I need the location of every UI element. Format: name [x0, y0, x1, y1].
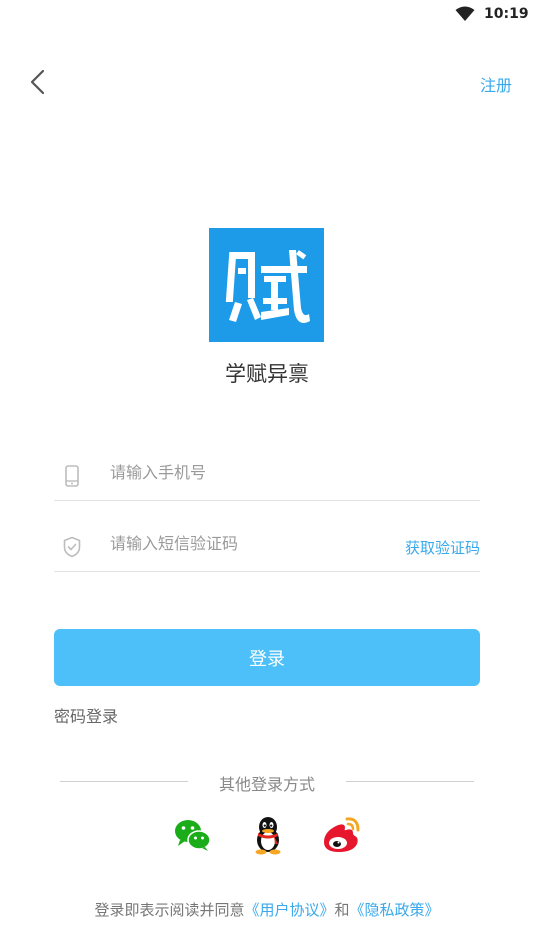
shield-check-icon — [63, 536, 81, 558]
phone-icon — [65, 465, 79, 487]
password-login-link[interactable]: 密码登录 — [54, 703, 118, 727]
phone-input[interactable] — [110, 463, 390, 482]
phone-field — [54, 454, 480, 501]
status-time: 10:19 — [484, 6, 529, 22]
agreement-prefix: 登录即表示阅读并同意 — [94, 901, 245, 919]
sms-code-field: 获取验证码 — [54, 525, 480, 572]
wechat-icon[interactable] — [171, 814, 213, 856]
back-arrow-icon[interactable] — [24, 66, 54, 98]
privacy-policy-link[interactable]: 《隐私政策》 — [350, 901, 440, 919]
get-code-button[interactable]: 获取验证码 — [405, 537, 480, 558]
qq-icon[interactable] — [247, 814, 289, 856]
divider-right — [346, 781, 474, 782]
status-bar: 10:19 — [0, 0, 534, 28]
weibo-icon[interactable] — [320, 814, 362, 856]
app-logo — [209, 228, 324, 342]
wifi-icon — [455, 6, 475, 21]
agreement-and: 和 — [334, 901, 350, 919]
logo-glyph — [225, 250, 310, 323]
register-link[interactable]: 注册 — [480, 72, 512, 96]
app-name: 学赋异禀 — [225, 362, 309, 386]
login-button[interactable]: 登录 — [54, 629, 480, 686]
other-login-title: 其他登录方式 — [218, 775, 315, 794]
sms-code-input[interactable] — [110, 534, 390, 553]
agreement-text: 登录即表示阅读并同意《用户协议》和《隐私政策》 — [0, 899, 534, 920]
user-agreement-link[interactable]: 《用户协议》 — [244, 901, 334, 919]
